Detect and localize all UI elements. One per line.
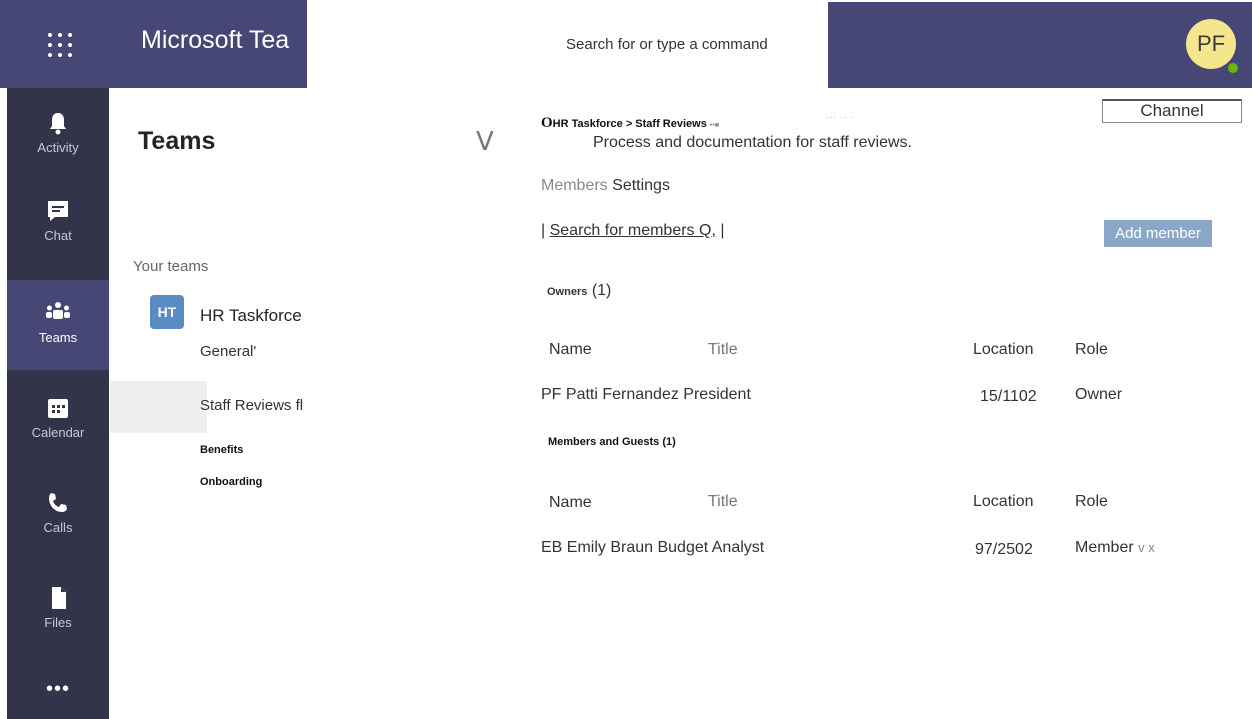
teams-icon <box>46 302 70 319</box>
col-header-name[interactable]: Name <box>549 494 592 512</box>
app-launcher-icon[interactable] <box>45 30 75 60</box>
rail-item-chat[interactable]: Chat <box>7 178 109 268</box>
owner-row-text: PF Patti Fernandez President <box>541 386 751 403</box>
rail-item-calls[interactable]: Calls <box>7 470 109 560</box>
rail-item-label: Files <box>44 615 72 630</box>
faint-artifact: ··· ·· · <box>826 113 855 122</box>
channel-button[interactable]: Channel <box>1102 99 1242 123</box>
pane-title: Teams <box>138 127 216 155</box>
breadcrumb-o: O <box>541 115 553 131</box>
add-member-button[interactable]: Add member <box>1104 220 1212 247</box>
channel-benefits[interactable]: Benefits <box>200 444 243 456</box>
rail-item-teams[interactable]: Teams <box>7 280 109 370</box>
owner-row-role: Owner <box>1075 386 1123 403</box>
rail-item-label: Activity <box>37 140 79 155</box>
more-apps-icon[interactable]: ••• <box>7 678 109 701</box>
breadcrumb: OHR Taskforce > Staff Reviews ••■ <box>541 115 719 132</box>
rail-item-label: Teams <box>38 330 78 345</box>
channel-staff-reviews[interactable]: Staff Reviews fl <box>200 397 303 414</box>
collapse-pane-icon[interactable]: V <box>476 127 494 157</box>
search-prefix: | <box>541 222 550 239</box>
header-bar-left: Microsoft Tea <box>0 0 307 88</box>
tab-members[interactable]: Members <box>541 177 608 194</box>
col-header-location[interactable]: Location <box>973 341 1034 359</box>
member-row-role[interactable]: Member v x <box>1075 539 1155 557</box>
member-search[interactable]: | Search for members Q, | <box>541 222 725 240</box>
chat-icon <box>48 201 68 221</box>
search-suffix: | <box>715 222 725 239</box>
members-label: Members and Guests (1) <box>548 436 676 448</box>
member-row-text: EB Emily Braun Budget Analyst <box>541 539 765 556</box>
col-header-name[interactable]: Name <box>549 341 592 359</box>
team-avatar: HT <box>150 295 184 329</box>
command-search-box[interactable]: Search for or type a command <box>566 36 768 53</box>
tab-settings[interactable]: Settings <box>612 177 670 194</box>
col-header-role[interactable]: Role <box>1075 493 1108 511</box>
file-icon <box>52 587 66 609</box>
bell-icon <box>50 113 66 135</box>
selected-channel-highlight <box>110 381 207 433</box>
rail-item-label: Chat <box>44 228 72 243</box>
members-section-header: Members and Guests (1) <box>548 436 676 448</box>
tab-bar: Members Settings <box>541 177 670 195</box>
col-header-role[interactable]: Role <box>1075 341 1108 359</box>
team-name[interactable]: HR Taskforce <box>200 306 302 326</box>
search-members-input[interactable]: Search for members Q, <box>550 222 716 239</box>
calendar-icon <box>48 399 68 418</box>
rail-item-files[interactable]: Files <box>7 565 109 655</box>
channel-onboarding[interactable]: Onboarding <box>200 476 262 488</box>
owner-row-location: 15/1102 <box>980 388 1037 405</box>
rail-item-calendar[interactable]: Calendar <box>7 375 109 465</box>
rail-item-label: Calls <box>43 520 73 535</box>
channel-description: Process and documentation for staff revi… <box>593 134 912 151</box>
app-rail: Activity Chat Teams Calendar Calls Files… <box>7 88 109 719</box>
rail-item-activity[interactable]: Activity <box>7 88 109 178</box>
owners-section-header: Owners (1) <box>547 282 611 300</box>
app-title: Microsoft Tea <box>141 26 290 54</box>
breadcrumb-tail: ••■ <box>709 122 720 129</box>
col-header-title[interactable]: Title <box>708 493 738 511</box>
your-teams-label: Your teams <box>133 258 209 275</box>
col-header-title[interactable]: Title <box>708 341 738 359</box>
rail-item-label: Calendar <box>31 425 85 440</box>
role-value: Member <box>1075 539 1134 556</box>
presence-available-icon <box>1226 61 1240 75</box>
col-header-location[interactable]: Location <box>973 493 1034 511</box>
owners-label: Owners <box>547 286 588 298</box>
channel-general[interactable]: General' <box>200 343 256 360</box>
owners-count: (1) <box>591 282 612 299</box>
breadcrumb-path: HR Taskforce > Staff Reviews <box>552 118 707 130</box>
phone-icon <box>49 493 67 512</box>
member-row-location: 97/2502 <box>975 541 1033 558</box>
role-dropdown-remove-controls[interactable]: v x <box>1138 540 1155 555</box>
